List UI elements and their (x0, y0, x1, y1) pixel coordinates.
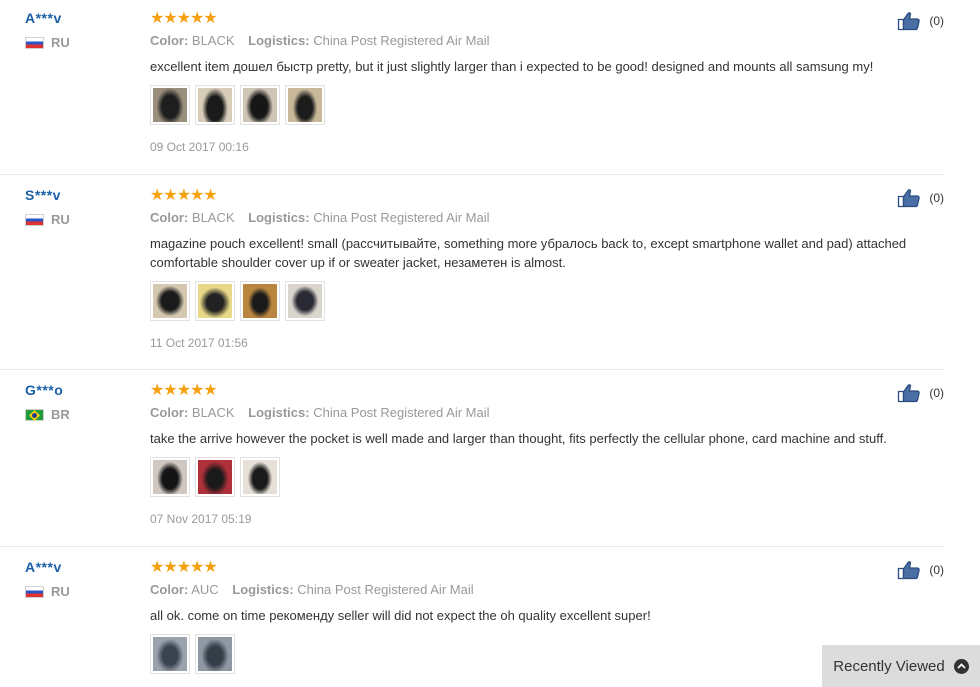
star-rating: ★★★★★ (150, 559, 218, 576)
helpful-count: (0) (929, 563, 944, 577)
logistics-label: Logistics: (248, 210, 310, 225)
review-meta: Color: BLACK Logistics: China Post Regis… (150, 405, 944, 420)
logistics-label: Logistics: (248, 405, 310, 420)
color-value: AUC (191, 582, 219, 597)
logistics-value: China Post Registered Air Mail (313, 33, 490, 48)
review-item: G***o BR ★★★★★ Color: BLACK Logistics: C… (0, 372, 944, 547)
thumbs-up-icon (898, 189, 921, 208)
logistics-value: China Post Registered Air Mail (297, 582, 474, 597)
reviewer-name[interactable]: G***o (25, 382, 135, 398)
helpful-count: (0) (929, 14, 944, 28)
reviewer-name[interactable]: S***v (25, 187, 135, 203)
helpful-button[interactable]: (0) (897, 188, 944, 208)
review-date: 09 Oct 2017 00:16 (150, 140, 249, 154)
review-text: excellent item дошел быстр pretty, but i… (150, 59, 874, 74)
review-photo-thumbnail[interactable] (150, 457, 190, 497)
helpful-button[interactable]: (0) (897, 11, 944, 31)
thumbs-up-icon (898, 561, 921, 580)
review-text: magazine pouch excellent! small (рассчит… (150, 236, 907, 270)
country-code: BR (51, 407, 70, 422)
flag-icon-ru (25, 585, 44, 598)
logistics-value: China Post Registered Air Mail (313, 405, 490, 420)
review-photo-thumbnail[interactable] (150, 634, 190, 674)
helpful-button[interactable]: (0) (897, 383, 944, 403)
review-meta: Color: BLACK Logistics: China Post Regis… (150, 210, 944, 225)
color-value: BLACK (191, 405, 235, 420)
color-label: Color: (150, 582, 189, 597)
review-photo-thumbnail[interactable] (195, 85, 235, 125)
logistics-value: China Post Registered Air Mail (313, 210, 490, 225)
review-meta: Color: AUC Logistics: China Post Registe… (150, 582, 944, 597)
recently-viewed-button[interactable]: Recently Viewed (822, 645, 980, 687)
review-photo-thumbnail[interactable] (285, 85, 325, 125)
recently-viewed-label: Recently Viewed (833, 657, 945, 675)
review-meta: Color: BLACK Logistics: China Post Regis… (150, 33, 944, 48)
country-code: RU (51, 584, 70, 599)
color-value: BLACK (191, 33, 235, 48)
star-rating: ★★★★★ (150, 10, 218, 27)
review-photo-thumbnail[interactable] (150, 281, 190, 321)
helpful-count: (0) (929, 191, 944, 205)
reviewer-country: RU (25, 212, 135, 227)
country-code: RU (51, 35, 70, 50)
review-photo-thumbnail[interactable] (195, 457, 235, 497)
review-photo-thumbnail[interactable] (285, 281, 325, 321)
review-photo-thumbnail[interactable] (195, 634, 235, 674)
reviewer-country: RU (25, 35, 135, 50)
reviewer-name[interactable]: A***v (25, 559, 135, 575)
review-photo-thumbnail[interactable] (240, 457, 280, 497)
flag-icon-ru (25, 36, 44, 49)
logistics-label: Logistics: (232, 582, 294, 597)
color-value: BLACK (191, 210, 235, 225)
color-label: Color: (150, 33, 189, 48)
color-label: Color: (150, 210, 189, 225)
review-item: A***v RU ★★★★★ Color: AUC Logistics: Chi… (0, 549, 944, 687)
helpful-button[interactable]: (0) (897, 560, 944, 580)
review-photos (150, 281, 944, 321)
review-item: A***v RU ★★★★★ Color: BLACK Logistics: C… (0, 0, 944, 175)
reviewer-name[interactable]: A***v (25, 10, 135, 26)
star-rating: ★★★★★ (150, 187, 218, 204)
review-photo-thumbnail[interactable] (150, 85, 190, 125)
logistics-label: Logistics: (248, 33, 310, 48)
review-text: all ok. come on time рекоменду seller wi… (150, 608, 651, 623)
flag-icon-ru (25, 213, 44, 226)
review-photo-thumbnail[interactable] (195, 281, 235, 321)
chevron-up-icon (953, 658, 969, 674)
thumbs-up-icon (898, 384, 921, 403)
review-item: S***v RU ★★★★★ Color: BLACK Logistics: C… (0, 177, 944, 370)
review-text: take the arrive however the pocket is we… (150, 431, 887, 446)
review-date: 07 Nov 2017 05:19 (150, 512, 252, 526)
review-photos (150, 85, 944, 125)
reviewer-country: RU (25, 584, 135, 599)
review-photo-thumbnail[interactable] (240, 85, 280, 125)
reviewer-country: BR (25, 407, 135, 422)
helpful-count: (0) (929, 386, 944, 400)
flag-icon-br (25, 408, 44, 421)
review-photo-thumbnail[interactable] (240, 281, 280, 321)
color-label: Color: (150, 405, 189, 420)
thumbs-up-icon (898, 12, 921, 31)
review-date: 11 Oct 2017 01:56 (150, 336, 248, 350)
review-photos (150, 457, 944, 497)
star-rating: ★★★★★ (150, 382, 218, 399)
country-code: RU (51, 212, 70, 227)
